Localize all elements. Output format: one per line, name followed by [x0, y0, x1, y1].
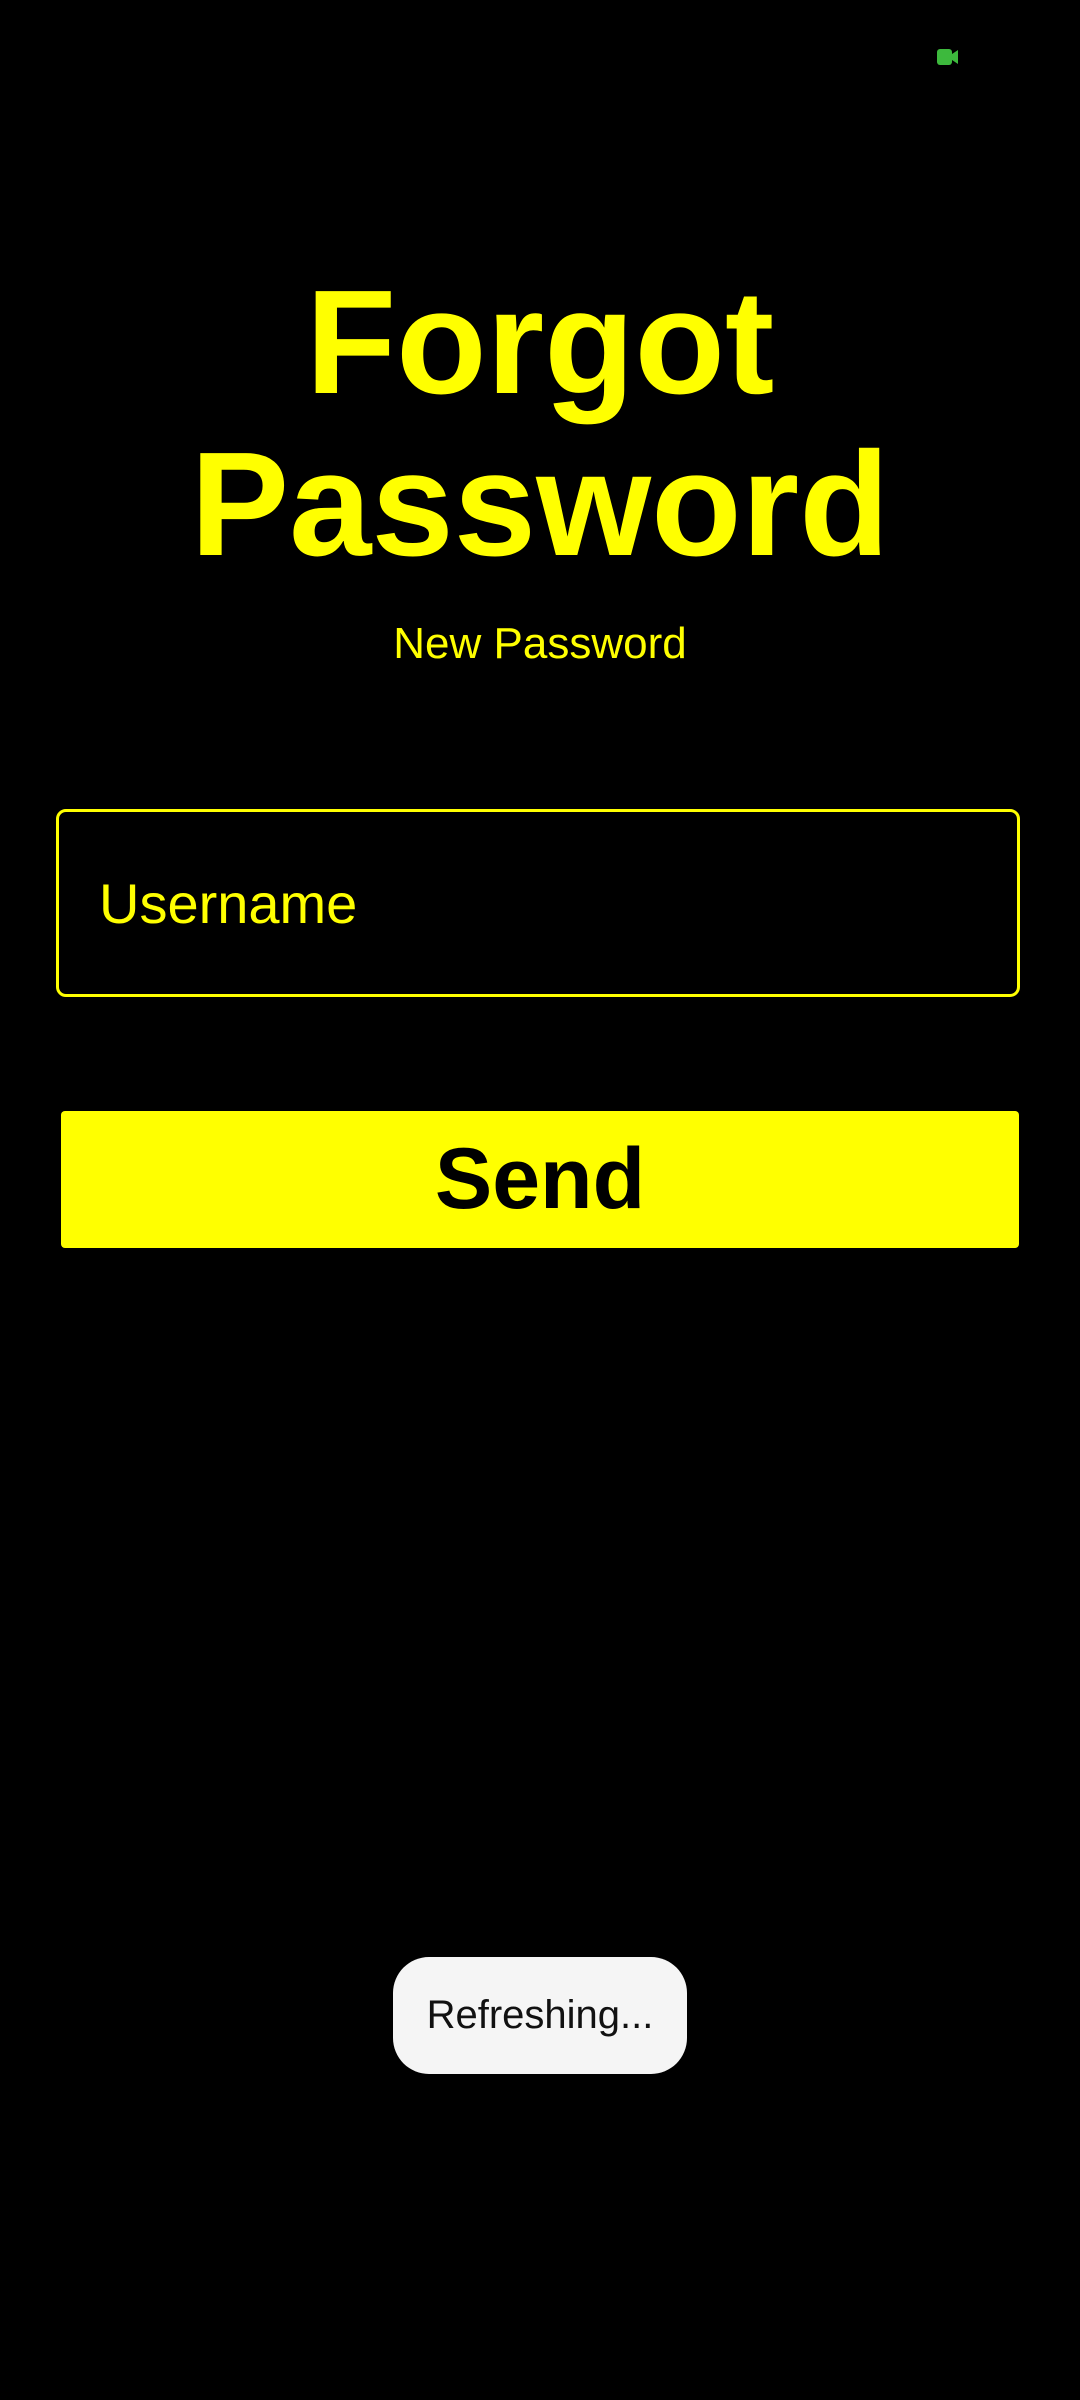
username-field[interactable]: [56, 809, 1020, 997]
camera-in-use-icon: [937, 49, 958, 65]
page-subtitle: New Password: [393, 619, 687, 668]
send-button[interactable]: Send: [61, 1111, 1019, 1248]
username-input[interactable]: [99, 812, 979, 994]
toast-message: Refreshing...: [393, 1957, 687, 2074]
status-bar: [0, 0, 1080, 110]
page-title: Forgot Password: [190, 260, 890, 587]
